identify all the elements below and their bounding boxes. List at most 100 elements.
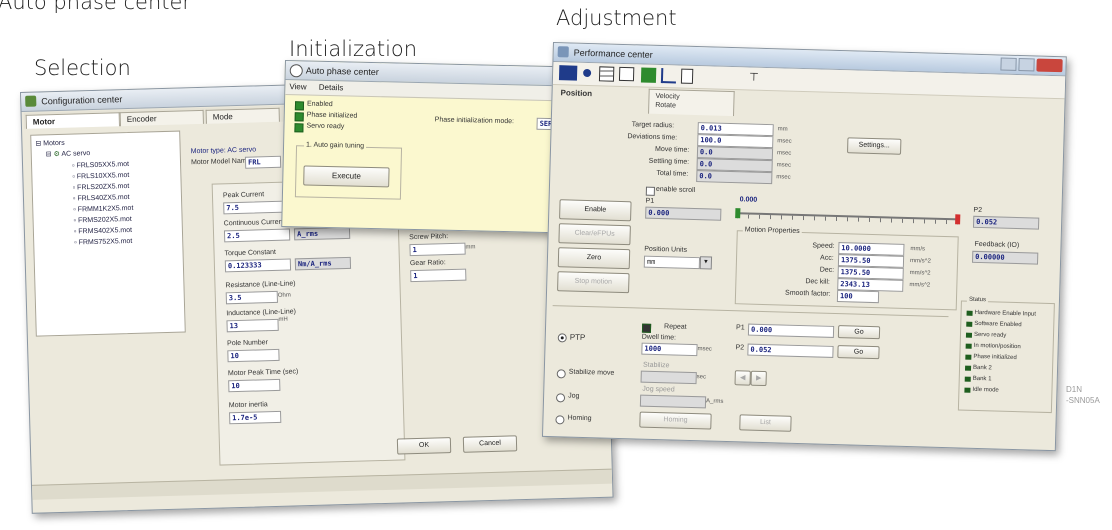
slider-end-marker[interactable] [955, 214, 961, 225]
dwell-label: Dwell time: [641, 333, 677, 342]
param-field[interactable]: 2.5 [223, 228, 291, 243]
tree-item-label: FRLS40ZX5.mot [77, 193, 130, 203]
tab-velocity[interactable]: Velocity [655, 93, 679, 101]
ptp-go-p2-button[interactable]: Go [837, 345, 880, 360]
status-label: Phase initialized [973, 353, 1017, 362]
stabilize-radio[interactable] [556, 369, 566, 379]
execute-button[interactable]: Execute [303, 165, 390, 188]
homing-button[interactable]: Homing [639, 411, 712, 430]
clear-fault-button[interactable]: Clear/eFPUs [558, 223, 631, 246]
gear-ratio-field[interactable]: 1 [410, 268, 467, 283]
motion-unit: msec [776, 162, 792, 169]
status-label: Bank 1 [972, 375, 992, 383]
tree-item[interactable]: ▫ FRMS402X5.mot [74, 227, 132, 236]
cancel-button[interactable]: Cancel [462, 435, 518, 453]
minimize-icon[interactable] [1000, 57, 1017, 71]
homing-label: Homing [567, 414, 592, 423]
watermark-line2: -SNN05A [1066, 396, 1100, 405]
tab-encoder[interactable]: Encoder [119, 109, 204, 127]
tree-item[interactable]: ▫ FRMM1K2X5.mot [73, 205, 133, 214]
tree-item[interactable]: ▫ FRLS40ZX5.mot [73, 194, 130, 203]
status-label: Bank 2 [972, 364, 992, 372]
status-indicator [965, 354, 972, 360]
tab-position[interactable]: Position [560, 88, 592, 98]
tree-group-label: AC servo [61, 150, 91, 158]
ok-button[interactable]: OK [396, 437, 452, 455]
param-field[interactable]: 0.123333 [224, 258, 292, 273]
dot-icon[interactable] [583, 68, 592, 78]
tree-item[interactable]: ▫ FRMS752X5.mot [74, 238, 132, 247]
param-field[interactable]: 13 [226, 318, 279, 333]
scope-icon[interactable] [640, 67, 657, 83]
ptp-p2-label: P2 [735, 344, 745, 352]
param-field[interactable]: 3.5 [225, 290, 278, 305]
menu-view[interactable]: View [289, 82, 306, 91]
tree-item[interactable]: ▫ FRLS05XX5.mot [72, 161, 129, 170]
param-unit: A_rms [293, 226, 351, 241]
menu-details[interactable]: Details [319, 83, 344, 93]
param-field[interactable]: 1.7e-5 [229, 410, 282, 425]
stabilize-right-button[interactable]: ▶ [750, 370, 767, 387]
slider-start-marker[interactable] [735, 208, 741, 219]
tree-item[interactable]: ▫ FRMS202X5.mot [74, 216, 132, 225]
watermark-line1: D1N [1066, 385, 1083, 394]
monitor-icon[interactable] [618, 66, 635, 82]
param-label: Pole Number [227, 339, 269, 348]
tree-item-label: FRMM1K2X5.mot [77, 204, 134, 214]
tree-item-label: FRMS202X5.mot [77, 215, 132, 225]
param-field[interactable]: 10 [228, 378, 281, 393]
enable-scroll-checkbox[interactable] [645, 186, 655, 196]
close-icon[interactable] [1036, 58, 1063, 73]
jog-field [639, 394, 707, 409]
ptp-radio[interactable] [557, 333, 567, 343]
prop-unit: mm/s^2 [909, 258, 931, 265]
smooth-field[interactable]: 100 [836, 290, 880, 304]
document-icon[interactable] [680, 68, 694, 84]
maximize-icon[interactable] [1018, 58, 1035, 72]
motor-model-field[interactable]: FRL [244, 155, 282, 169]
servo-ready-label: Servo ready [306, 122, 345, 131]
pin-icon[interactable]: ⊤ [749, 71, 759, 83]
tab-rotate[interactable]: Rotate [655, 102, 676, 110]
chevron-down-icon[interactable]: ▼ [699, 256, 713, 270]
tree-root[interactable]: ⊟ Motors [35, 139, 64, 148]
ptp-p1-label: P1 [735, 324, 745, 332]
dwell-field[interactable]: 1000 [641, 342, 698, 357]
tree-item[interactable]: ▫ FRLS20ZX5.mot [73, 183, 130, 192]
tree-item[interactable]: ▫ FRLS10XX5.mot [72, 172, 129, 181]
zero-button[interactable]: Zero [557, 247, 631, 270]
tree-group[interactable]: ⊟ ⚙ AC servo [46, 149, 91, 158]
homing-radio[interactable] [555, 415, 565, 425]
prop-unit: mm/s^2 [909, 282, 931, 289]
stop-motion-button[interactable]: Stop motion [557, 271, 630, 294]
status-indicator [964, 387, 971, 393]
settings-button[interactable]: Settings... [847, 137, 902, 155]
repeat-checkbox[interactable] [641, 323, 652, 333]
stabilize-left-button[interactable]: ◀ [734, 370, 751, 386]
position-units-select[interactable]: mm [643, 255, 701, 270]
tab-mode[interactable]: Mode [205, 107, 280, 124]
param-field[interactable]: 10 [227, 348, 280, 363]
smooth-label: Smooth factor: [784, 289, 831, 298]
jog-radio[interactable] [555, 393, 566, 403]
motion-unit: mm [777, 126, 788, 133]
motor-type-label: Motor type: AC servo [190, 146, 257, 156]
init-mode-label: Phase initialization mode: [434, 116, 515, 126]
ptp-p2-field[interactable]: 0.052 [747, 343, 834, 358]
feedback-field: 0.00000 [971, 250, 1039, 265]
motor-icon[interactable] [558, 65, 578, 81]
enable-button[interactable]: Enable [559, 199, 632, 222]
ptp-go-p1-button[interactable]: Go [837, 325, 881, 340]
grid-icon[interactable] [598, 66, 615, 82]
tab-motor[interactable]: Motor [25, 112, 120, 129]
chart-icon[interactable] [660, 68, 677, 84]
status-bar [31, 468, 613, 500]
list-button[interactable]: List [739, 414, 792, 432]
phase-icon [289, 64, 303, 78]
caption-initialization: Initialization [289, 37, 418, 61]
screw-pitch-field[interactable]: 1 [409, 242, 466, 257]
ptp-p1-field[interactable]: 0.000 [747, 323, 835, 338]
caption-auto-phase: Auto phase center [0, 0, 192, 14]
tree-item-label: FRLS05XX5.mot [76, 160, 130, 170]
motion-unit: msec [776, 174, 791, 181]
